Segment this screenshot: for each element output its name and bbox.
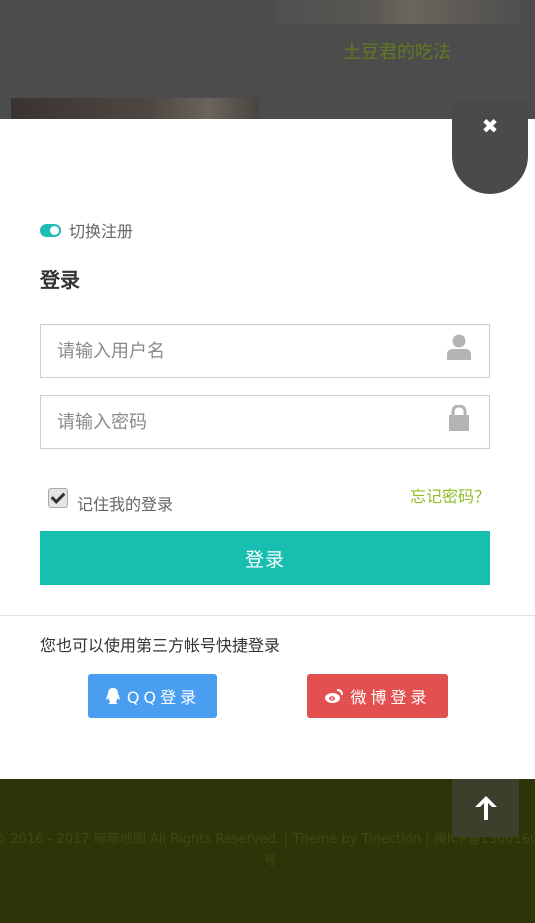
remember-label: 记住我的登录 [77,495,174,514]
post-thumbnail [11,98,259,119]
remember-checkbox[interactable] [48,488,68,508]
login-title: 登录 [40,268,80,292]
switch-register-toggle[interactable]: 切换注册 [40,218,133,242]
password-input[interactable] [41,396,453,448]
toggle-icon [40,223,61,237]
remember-me[interactable]: 记住我的登录 [48,486,173,514]
post-thumbnail [274,0,520,24]
username-field [40,324,490,378]
weibo-login-button[interactable]: 微博登录 [307,674,448,718]
qq-icon [105,687,121,705]
username-input[interactable] [41,325,453,377]
third-party-login-text: 您也可以使用第三方帐号快捷登录 [40,636,281,655]
close-icon: ✖ [481,114,499,138]
forgot-password-link[interactable]: 忘记密码？ [410,483,490,507]
password-field [40,395,490,449]
lock-icon [449,405,469,431]
switch-register-label: 切换注册 [69,222,134,241]
weibo-login-label: 微博登录 [350,688,431,707]
post-title: 土豆君的吃法 [343,42,451,63]
qq-login-label: QQ登录 [126,688,201,707]
qq-login-button[interactable]: QQ登录 [88,674,217,718]
close-button[interactable]: ✖ [452,100,528,194]
divider [0,615,535,616]
login-button[interactable]: 登录 [40,531,490,585]
arrow-up-icon [474,796,497,820]
weibo-icon [324,688,344,704]
back-to-top-button[interactable] [452,779,519,837]
user-icon [447,334,471,360]
